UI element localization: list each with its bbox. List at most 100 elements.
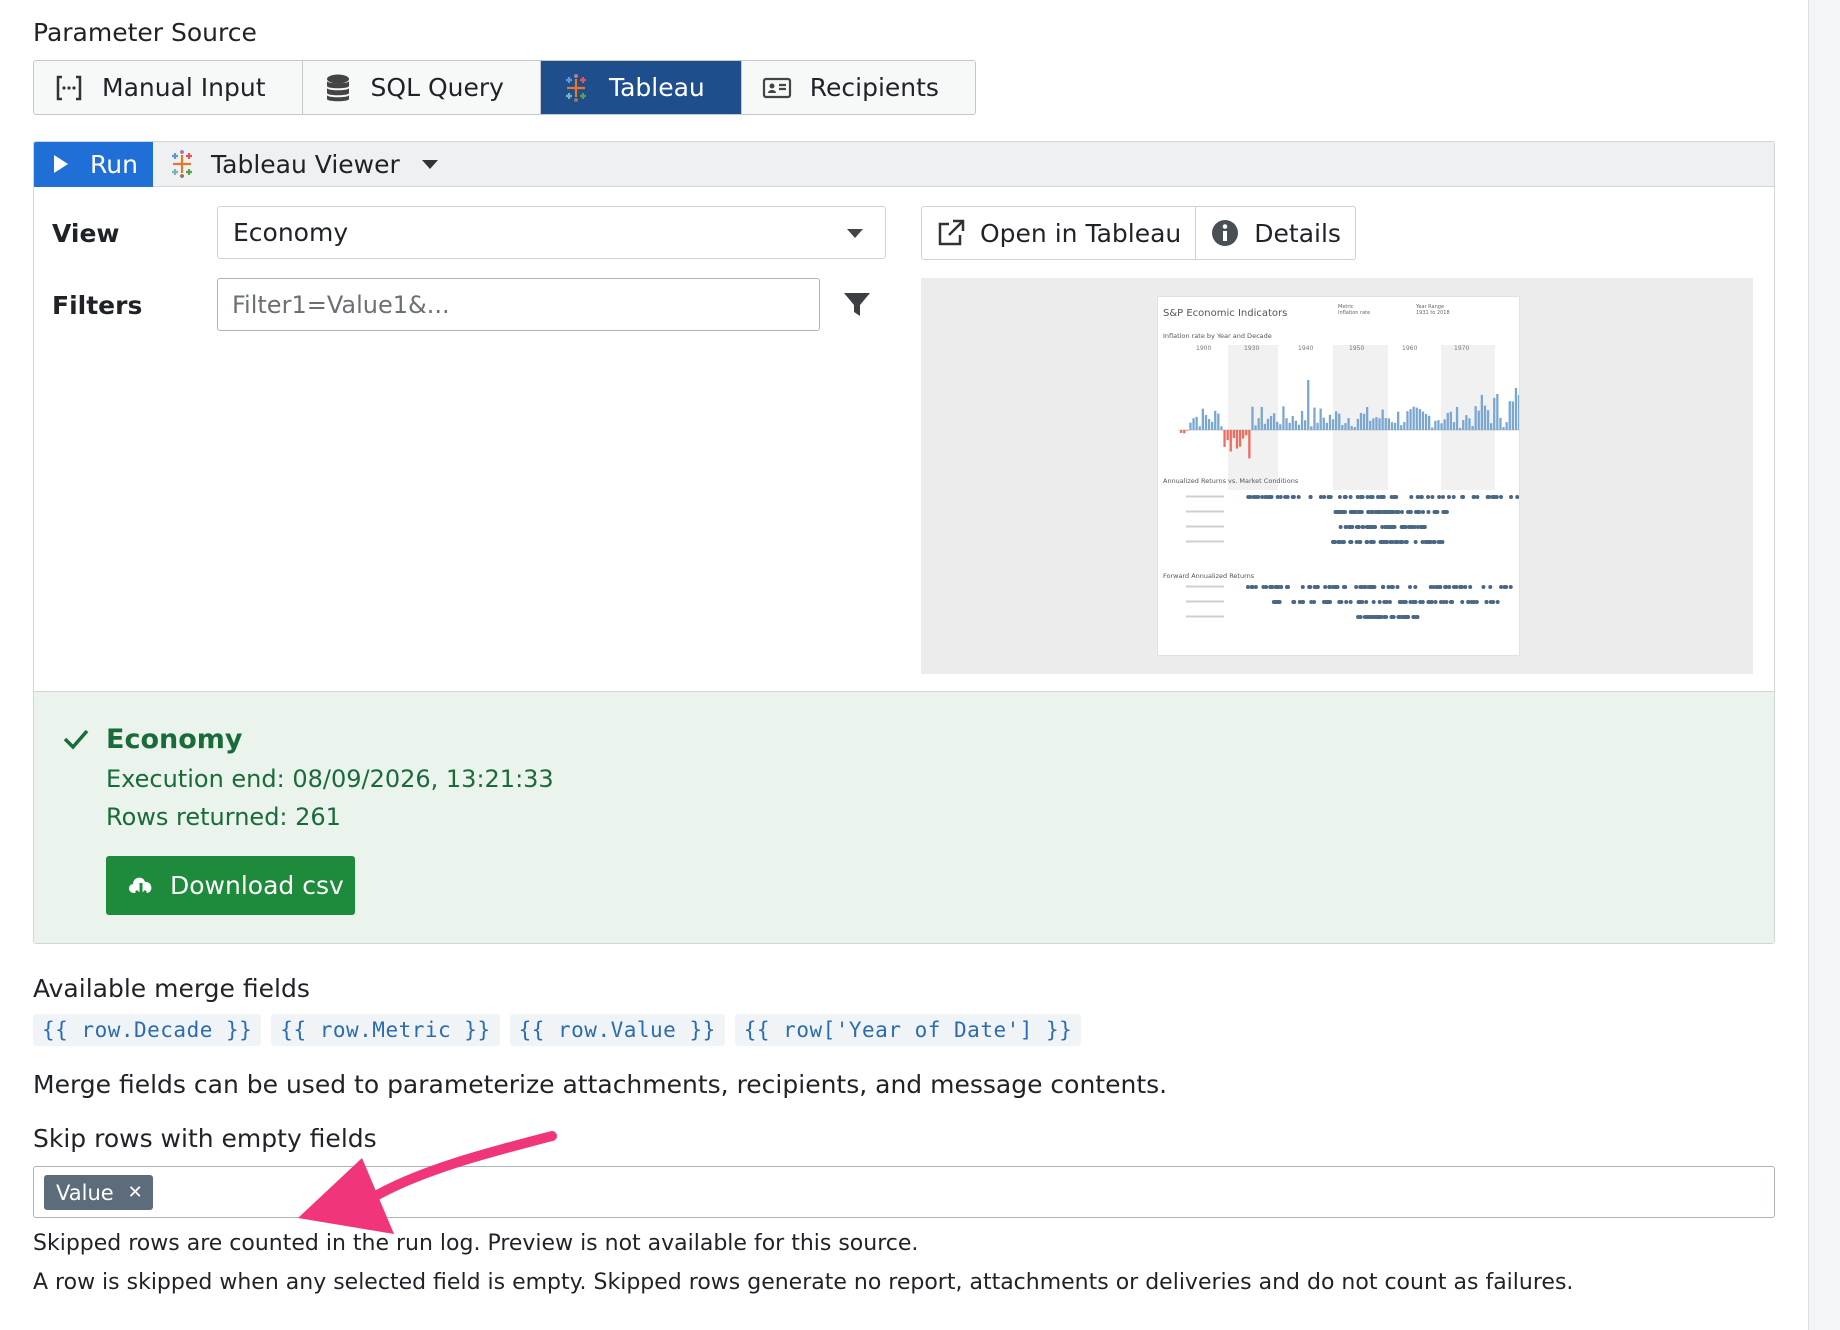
thumb-dot bbox=[1354, 585, 1359, 589]
thumb-bar bbox=[1217, 413, 1220, 430]
tableau-source-panel: Run Tableau Viewer View Economy Filters … bbox=[33, 141, 1775, 944]
thumb-dot bbox=[1382, 615, 1387, 619]
view-select[interactable]: Economy bbox=[217, 206, 886, 259]
thumb-dot bbox=[1348, 600, 1353, 604]
thumb-dot bbox=[1463, 585, 1468, 589]
thumb-dot bbox=[1460, 495, 1465, 499]
thumb-bar bbox=[1232, 430, 1235, 439]
thumb-dot bbox=[1328, 600, 1333, 604]
tab-tableau[interactable]: Tableau bbox=[540, 61, 742, 114]
remove-icon[interactable]: ✕ bbox=[128, 1182, 143, 1203]
open-in-tableau-button[interactable]: Open in Tableau bbox=[922, 207, 1197, 259]
thumb-bar bbox=[1338, 413, 1341, 430]
thumb-dot bbox=[1359, 495, 1364, 499]
thumb-dot bbox=[1451, 495, 1456, 499]
tableau-icon bbox=[167, 149, 197, 179]
thumb-bar bbox=[1198, 426, 1201, 430]
thumb-dot bbox=[1508, 585, 1513, 589]
thumb-bar bbox=[1282, 406, 1285, 430]
thumb-dot bbox=[1366, 585, 1371, 589]
thumb-dot bbox=[1356, 510, 1361, 514]
thumb-bar bbox=[1502, 427, 1505, 430]
thumb-row-label bbox=[1186, 540, 1224, 543]
bracket-dots-icon bbox=[54, 73, 84, 103]
thumb-dot bbox=[1515, 495, 1519, 499]
merge-field-chip[interactable]: {{ row.Metric }} bbox=[271, 1014, 500, 1046]
thumb-bar bbox=[1499, 417, 1502, 430]
annotation-arrow bbox=[298, 1131, 557, 1234]
thumb-row-label bbox=[1186, 525, 1224, 528]
thumb-dot bbox=[1481, 585, 1486, 589]
thumb-bar bbox=[1474, 406, 1477, 430]
thumb-dot bbox=[1509, 495, 1514, 499]
thumb-bar bbox=[1285, 418, 1288, 430]
thumb-dot bbox=[1397, 615, 1402, 619]
thumb-dot bbox=[1400, 540, 1405, 544]
thumb-dot bbox=[1339, 600, 1344, 604]
filters-input[interactable] bbox=[217, 278, 820, 331]
thumb-bar bbox=[1347, 418, 1350, 430]
thumb-dot bbox=[1389, 510, 1394, 514]
thumb-bar bbox=[1304, 420, 1307, 430]
thumb-bar bbox=[1300, 410, 1304, 430]
thumb-dot bbox=[1377, 615, 1382, 619]
thumb-bar bbox=[1437, 420, 1440, 430]
thumb-dot bbox=[1360, 600, 1365, 604]
thumb-dot bbox=[1337, 495, 1342, 499]
merge-fields-label: Available merge fields bbox=[33, 974, 310, 1003]
thumb-bar bbox=[1192, 418, 1195, 430]
thumb-bar bbox=[1350, 426, 1353, 430]
tab-sql-query[interactable]: SQL Query bbox=[302, 61, 541, 114]
thumb-dot bbox=[1290, 495, 1295, 499]
thumb-dot bbox=[1308, 585, 1313, 589]
download-csv-button[interactable]: Download csv bbox=[106, 856, 355, 915]
thumb-row-label bbox=[1186, 615, 1224, 618]
thumb-bar bbox=[1328, 414, 1332, 430]
thumb-dot bbox=[1370, 495, 1375, 499]
details-button[interactable]: Details bbox=[1196, 207, 1355, 259]
run-button[interactable]: Run bbox=[34, 142, 153, 187]
thumb-dot bbox=[1413, 585, 1418, 589]
view-thumbnail: S&P Economic Indicators Metric Inflation… bbox=[1157, 296, 1520, 656]
filter-icon[interactable] bbox=[842, 290, 872, 320]
decade-label: 1950 bbox=[1349, 345, 1364, 352]
thumb-dot bbox=[1365, 540, 1370, 544]
thumb-dot bbox=[1283, 495, 1288, 499]
merge-field-chip[interactable]: {{ row.Decade }} bbox=[33, 1014, 262, 1046]
thumb-bar bbox=[1263, 423, 1266, 430]
open-in-tableau-label: Open in Tableau bbox=[980, 218, 1182, 248]
thumb-dot bbox=[1343, 495, 1348, 499]
thumb-range-value: 1931 to 2018 bbox=[1416, 310, 1450, 316]
merge-field-chip[interactable]: {{ row.Value }} bbox=[509, 1014, 725, 1046]
thumb-bar bbox=[1242, 430, 1245, 439]
thumb-dot bbox=[1428, 585, 1433, 589]
rows-returned: Rows returned: 261 bbox=[106, 803, 341, 831]
thumb-bar bbox=[1226, 430, 1229, 441]
thumb-dot bbox=[1364, 600, 1369, 604]
thumb-dot bbox=[1296, 495, 1301, 499]
thumb-dot bbox=[1446, 495, 1451, 499]
thumb-dot bbox=[1338, 525, 1343, 529]
thumb-dot bbox=[1376, 495, 1381, 499]
id-card-icon bbox=[762, 73, 792, 103]
view-value: Economy bbox=[233, 218, 349, 247]
thumb-bar bbox=[1307, 380, 1310, 430]
tab-recipients[interactable]: Recipients bbox=[741, 61, 975, 114]
parameter-source-label: Parameter Source bbox=[33, 18, 257, 47]
thumb-dot bbox=[1395, 585, 1400, 589]
merge-field-chip[interactable]: {{ row['Year of Date'] }} bbox=[734, 1014, 1082, 1046]
thumb-bar bbox=[1465, 415, 1468, 430]
thumb-dot bbox=[1371, 540, 1376, 544]
thumb-dot bbox=[1315, 585, 1320, 589]
tab-manual-input[interactable]: Manual Input bbox=[34, 61, 303, 114]
thumb-bar bbox=[1446, 412, 1449, 430]
thumb-dot bbox=[1408, 585, 1413, 589]
thumb-dot bbox=[1450, 600, 1455, 604]
viewer-selector[interactable]: Tableau Viewer bbox=[167, 149, 438, 179]
thumb-dot bbox=[1370, 525, 1374, 529]
thumb-dot bbox=[1370, 615, 1375, 619]
thumb-dot bbox=[1426, 495, 1431, 499]
thumb-dot bbox=[1499, 495, 1504, 499]
thumb-dot bbox=[1397, 600, 1402, 604]
thumb-bar bbox=[1431, 427, 1434, 430]
